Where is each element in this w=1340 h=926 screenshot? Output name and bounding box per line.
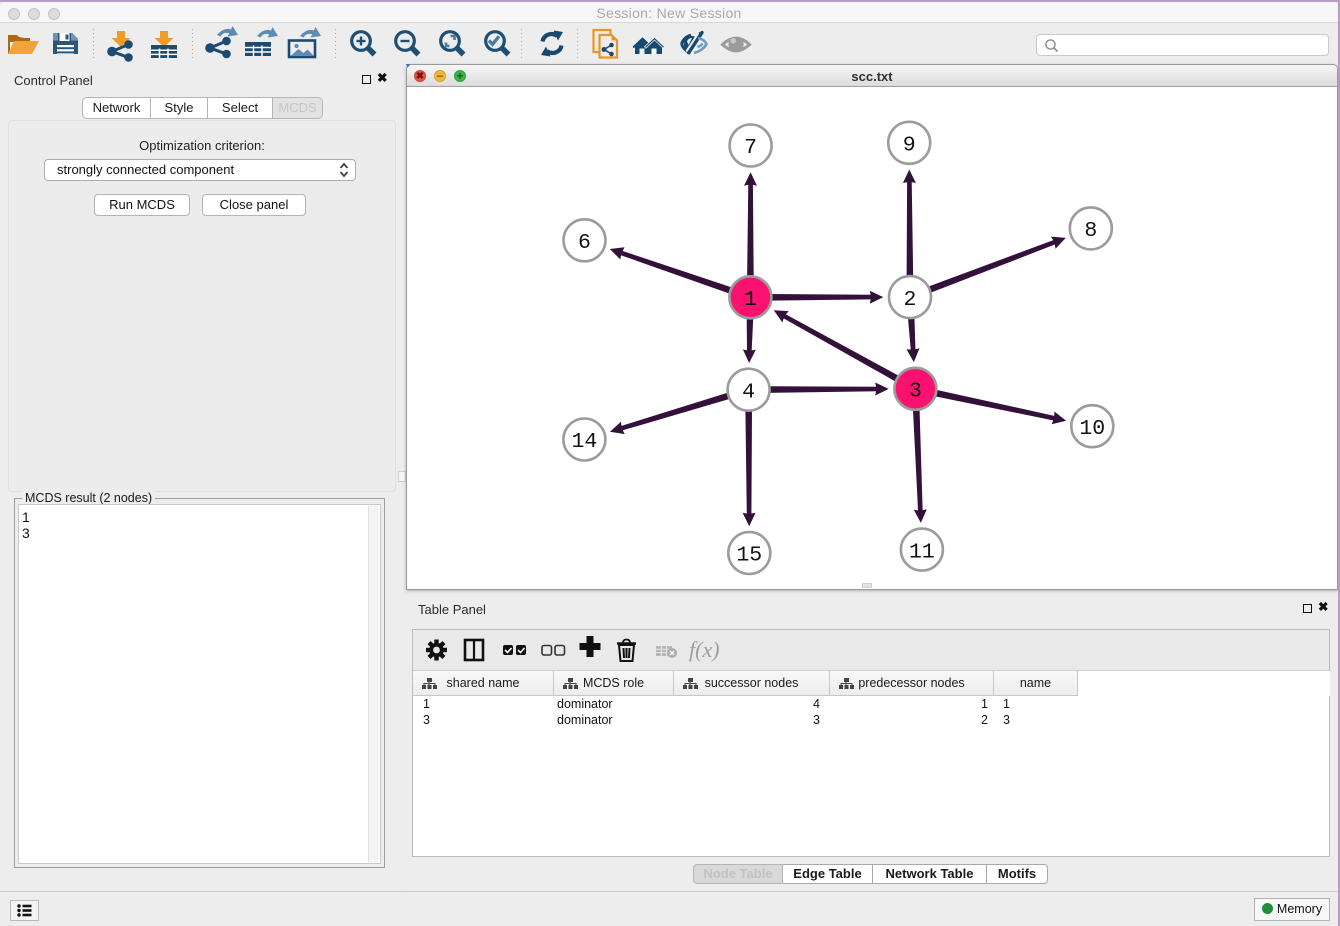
svg-text:9: 9 xyxy=(903,134,916,158)
svg-text:11: 11 xyxy=(909,540,935,564)
svg-text:2: 2 xyxy=(904,288,917,312)
svg-text:7: 7 xyxy=(744,136,757,160)
svg-text:4: 4 xyxy=(742,380,755,404)
svg-text:6: 6 xyxy=(578,231,591,255)
svg-text:10: 10 xyxy=(1079,417,1105,441)
svg-text:f(x): f(x) xyxy=(689,637,720,662)
svg-text:14: 14 xyxy=(571,430,597,454)
svg-text:3: 3 xyxy=(909,380,922,404)
svg-text:8: 8 xyxy=(1084,219,1097,243)
svg-text:15: 15 xyxy=(736,544,762,568)
svg-text:1: 1 xyxy=(744,288,757,312)
